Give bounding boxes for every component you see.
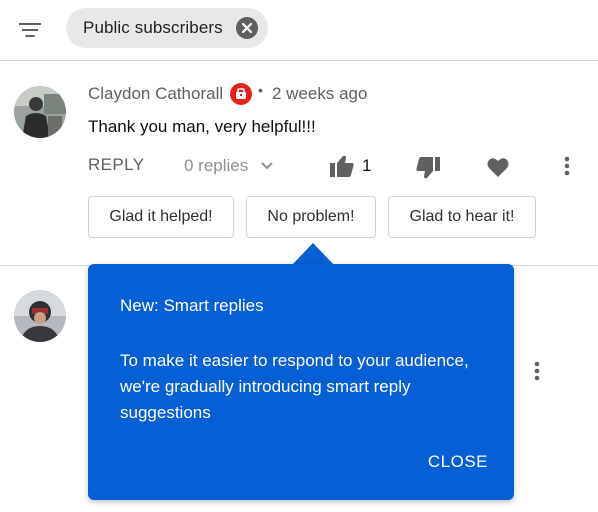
reply-button[interactable]: REPLY <box>88 155 145 175</box>
chip-label: Public subscribers <box>83 18 223 37</box>
smart-reply-button[interactable]: Glad it helped! <box>88 196 234 238</box>
thumbs-down-icon[interactable] <box>416 157 440 184</box>
filter-bar: Public subscribers <box>0 0 598 60</box>
channel-owner-icon <box>230 83 252 105</box>
more-options-icon[interactable] <box>564 156 570 181</box>
popover-title: New: Smart replies <box>120 296 264 315</box>
heart-icon[interactable] <box>487 157 509 182</box>
smart-reply-button[interactable]: No problem! <box>246 196 376 238</box>
smart-replies-popover: New: Smart replies To make it easier to … <box>88 264 514 500</box>
smart-reply-button[interactable]: Glad to hear it! <box>388 196 536 238</box>
like-count: 1 <box>362 156 372 175</box>
thumbs-up-icon[interactable] <box>330 155 354 182</box>
public-subscribers-chip[interactable]: Public subscribers <box>66 8 268 48</box>
comment-author[interactable]: Claydon Cathorall <box>88 84 223 104</box>
divider <box>0 60 598 61</box>
chevron-down-icon <box>261 162 273 170</box>
replies-label: 0 replies <box>184 156 249 175</box>
comment-text: Thank you man, very helpful!!! <box>88 117 316 136</box>
avatar[interactable] <box>14 290 66 342</box>
close-button[interactable]: CLOSE <box>428 452 488 472</box>
popover-body: To make it easier to respond to your aud… <box>120 351 469 422</box>
filter-icon[interactable] <box>18 18 42 42</box>
avatar[interactable] <box>14 86 66 138</box>
comment-time[interactable]: 2 weeks ago <box>272 84 367 104</box>
separator-dot: • <box>258 82 263 98</box>
close-icon[interactable] <box>236 17 258 39</box>
replies-dropdown[interactable]: 0 replies <box>184 156 274 176</box>
popover-arrow <box>292 243 334 265</box>
more-options-icon[interactable] <box>534 361 540 386</box>
